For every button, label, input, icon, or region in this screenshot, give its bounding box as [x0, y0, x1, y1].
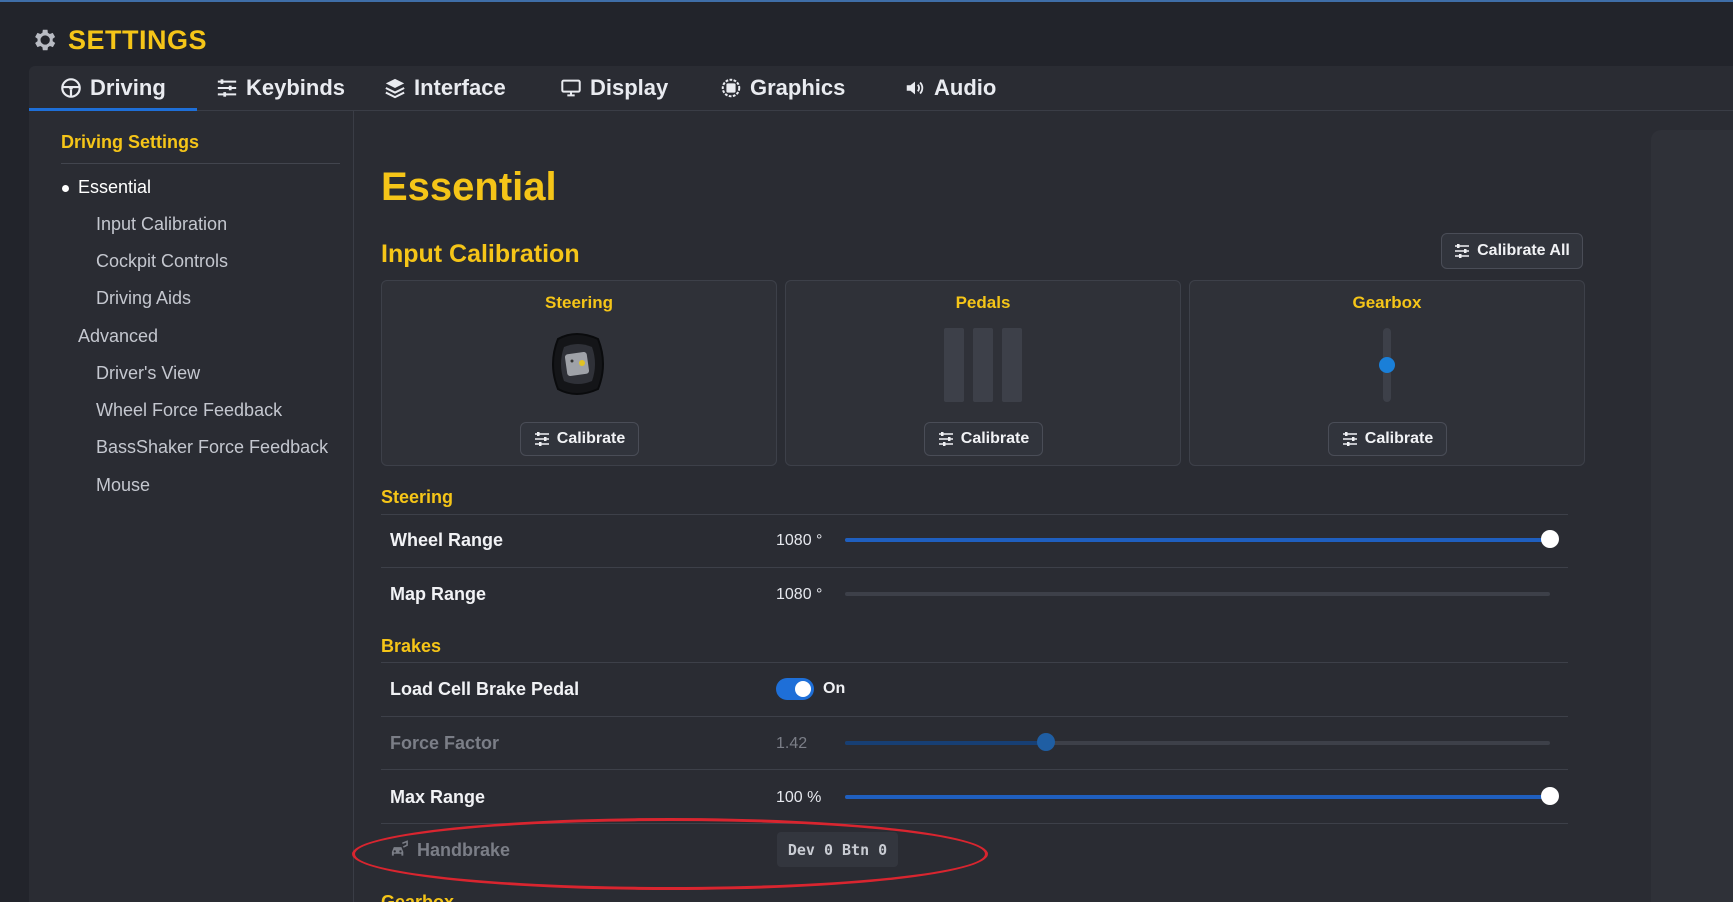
sidebar-item-cockpit-controls[interactable]: Cockpit Controls: [96, 251, 228, 272]
page-title: SETTINGS: [68, 24, 208, 55]
clutch-pedal-bar: [944, 328, 964, 402]
map-range-slider[interactable]: [845, 592, 1550, 596]
card-title: Gearbox: [1352, 293, 1422, 312]
button-label: Calibrate: [556, 430, 626, 447]
chip-icon: [721, 78, 741, 98]
tab-label: Audio: [934, 75, 997, 100]
input-calibration-heading: Input Calibration: [381, 240, 580, 268]
slider-thumb[interactable]: [1036, 733, 1055, 751]
divider: [381, 514, 1568, 515]
tab-audio[interactable]: Audio: [904, 66, 996, 110]
force-factor-label: Force Factor: [390, 733, 500, 753]
calibrate-gearbox-button[interactable]: Calibrate: [1328, 422, 1447, 456]
calibrate-steering-button[interactable]: Calibrate: [520, 422, 639, 456]
toggle-knob: [795, 681, 811, 697]
annotation-highlight-ellipse: [352, 818, 988, 890]
brake-pedal-bar: [973, 328, 993, 402]
speaker-icon: [906, 81, 924, 95]
slider-fill: [845, 538, 1550, 542]
steering-section-heading: Steering: [381, 487, 454, 507]
slider-thumb[interactable]: [1541, 787, 1559, 805]
section-title: Essential: [381, 165, 557, 209]
button-label: Calibrate All: [1477, 242, 1570, 259]
gearbox-section-heading: Gearbox: [381, 892, 455, 902]
load-cell-brake-label: Load Cell Brake Pedal: [390, 679, 580, 699]
window-top-border: [0, 0, 1733, 2]
tab-interface[interactable]: Interface: [384, 66, 506, 110]
wheel-range-value: 1080 °: [776, 532, 823, 549]
tab-bar: Driving Keybinds Interface Display Graph…: [29, 66, 1733, 111]
sidebar-heading[interactable]: Driving Settings: [61, 132, 199, 153]
tab-display[interactable]: Display: [560, 66, 668, 110]
pedals-calibration-card: Pedals Calibrate: [785, 280, 1181, 466]
tab-graphics[interactable]: Graphics: [720, 66, 845, 110]
gearbox-calibration-card: Gearbox Calibrate: [1189, 280, 1585, 466]
card-title: Steering: [544, 293, 614, 312]
sidebar-item-essential[interactable]: Essential: [78, 177, 151, 198]
steering-wheel-icon: [61, 78, 81, 98]
sidebar-item-input-calibration[interactable]: Input Calibration: [96, 214, 227, 235]
force-factor-slider[interactable]: [845, 733, 1550, 751]
divider: [381, 769, 1568, 770]
card-title: Pedals: [955, 293, 1011, 312]
tab-label: Display: [590, 75, 669, 100]
sidebar-divider: [61, 163, 340, 164]
divider: [381, 662, 1568, 663]
button-label: Calibrate: [960, 430, 1030, 447]
map-range-label: Map Range: [390, 584, 487, 604]
max-range-label: Max Range: [390, 787, 486, 807]
max-range-value: 100 %: [776, 789, 822, 806]
divider: [381, 716, 1568, 717]
sidebar-item-drivers-view[interactable]: Driver's View: [96, 363, 200, 384]
sidebar-item-advanced[interactable]: Advanced: [78, 326, 158, 347]
sidebar-item-driving-aids[interactable]: Driving Aids: [96, 288, 191, 309]
sidebar-item-mouse[interactable]: Mouse: [96, 475, 150, 496]
steering-wheel-icon: [552, 333, 604, 395]
monitor-icon: [561, 79, 581, 97]
tab-label: Graphics: [750, 75, 846, 100]
tab-driving[interactable]: Driving: [29, 66, 197, 111]
sliders-icon: [217, 79, 237, 97]
slider-thumb[interactable]: [1541, 530, 1559, 548]
slider-fill: [845, 795, 1550, 799]
load-cell-brake-state: On: [823, 680, 846, 697]
settings-panel: Driving Keybinds Interface Display Graph…: [29, 66, 1733, 902]
wheel-range-label: Wheel Range: [390, 530, 504, 550]
calibrate-pedals-button[interactable]: Calibrate: [924, 422, 1043, 456]
divider: [381, 567, 1568, 568]
sliders-icon: [1455, 244, 1470, 258]
brakes-section-heading: Brakes: [381, 636, 442, 656]
button-label: Calibrate: [1364, 430, 1434, 447]
tab-label: Driving: [90, 75, 166, 100]
max-range-slider[interactable]: [845, 787, 1559, 805]
tab-keybinds[interactable]: Keybinds: [216, 66, 345, 110]
settings-header: SETTINGS: [30, 22, 207, 58]
sliders-icon: [938, 432, 953, 446]
sliders-icon: [534, 432, 549, 446]
sidebar-item-wheel-force-feedback[interactable]: Wheel Force Feedback: [96, 400, 282, 421]
sliders-icon: [1342, 432, 1357, 446]
calibrate-all-button[interactable]: Calibrate All: [1441, 233, 1583, 269]
right-side-panel: [1651, 130, 1733, 902]
force-factor-value: 1.42: [776, 735, 808, 752]
slider-fill: [845, 741, 1046, 745]
steering-calibration-card: Steering Calibrate: [381, 280, 777, 466]
tab-label: Interface: [414, 75, 506, 100]
layers-icon: [385, 78, 405, 99]
load-cell-brake-toggle[interactable]: [776, 678, 814, 700]
tab-label: Keybinds: [246, 75, 346, 100]
wheel-range-slider[interactable]: [845, 530, 1559, 548]
gear-position-indicator: [1379, 357, 1395, 373]
current-item-bullet: [62, 185, 69, 192]
throttle-pedal-bar: [1002, 328, 1022, 402]
sidebar: Driving Settings Essential Input Calibra…: [29, 110, 354, 902]
gear-icon: [35, 29, 56, 51]
sidebar-item-bassshaker-force-feedback[interactable]: BassShaker Force Feedback: [96, 437, 328, 458]
map-range-value: 1080 °: [776, 586, 823, 603]
